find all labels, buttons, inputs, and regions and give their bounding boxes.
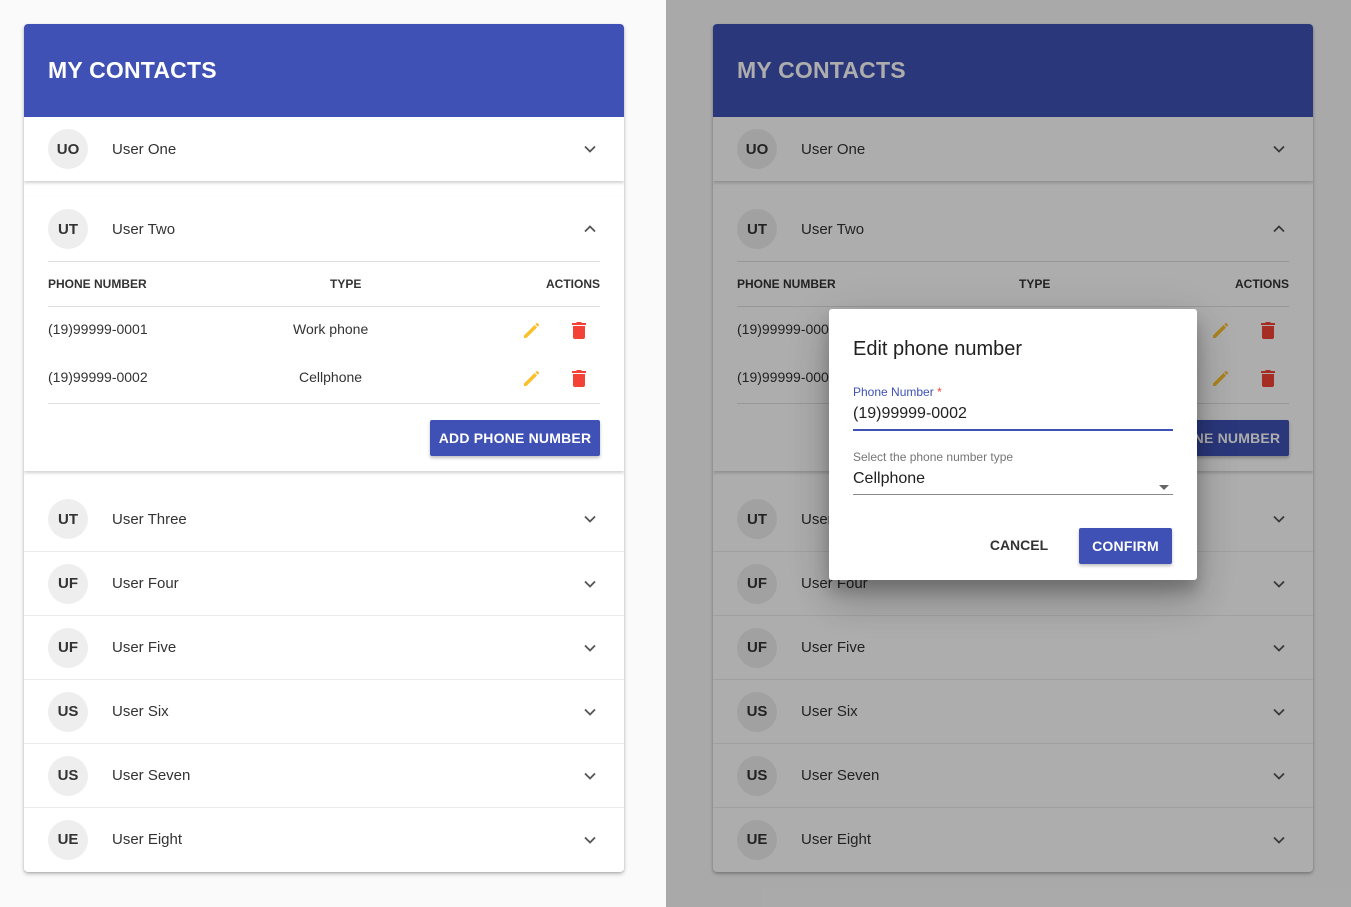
contacts-view-normal: MY CONTACTS UO User One UT User Two PHON… — [0, 0, 666, 907]
chevron-down-icon[interactable] — [582, 141, 598, 157]
confirm-button[interactable]: CONFIRM — [1079, 528, 1172, 564]
phone-table-header: PHONE NUMBER TYPE ACTIONS — [48, 261, 600, 307]
contact-name: User Eight — [112, 831, 183, 848]
column-phone-number: PHONE NUMBER — [48, 277, 147, 291]
table-row: (19)99999-0002 Cellphone — [48, 354, 600, 402]
avatar: UT — [48, 209, 88, 249]
phone-type-cell: Cellphone — [299, 369, 363, 385]
contact-item-user-five[interactable]: UF User Five — [24, 615, 624, 679]
chevron-down-icon[interactable] — [582, 704, 598, 720]
avatar: UF — [48, 627, 88, 668]
phone-type-label: Select the phone number type — [853, 450, 1014, 464]
dialog-title: Edit phone number — [853, 338, 1023, 360]
phone-number-underline — [853, 429, 1173, 431]
phone-number-input[interactable]: (19)99999-0002 — [853, 405, 967, 423]
chevron-up-icon[interactable] — [582, 221, 598, 237]
chevron-down-icon[interactable] — [582, 640, 598, 656]
required-asterisk: * — [937, 385, 942, 399]
avatar: US — [48, 755, 88, 796]
phone-number-label: Phone Number * — [853, 385, 942, 399]
table-divider — [48, 403, 600, 404]
edit-phone-dialog: Edit phone number Phone Number * (19)999… — [829, 309, 1197, 580]
avatar: UO — [48, 129, 88, 169]
cancel-button[interactable]: CANCEL — [981, 527, 1057, 563]
page-title: MY CONTACTS — [48, 57, 217, 83]
phone-type-cell: Work phone — [293, 321, 369, 337]
contact-item-user-one[interactable]: UO User One — [24, 117, 624, 181]
avatar: UE — [48, 819, 88, 860]
trash-icon[interactable] — [567, 318, 591, 342]
column-type: TYPE — [330, 277, 362, 291]
caret-down-icon[interactable] — [1159, 477, 1169, 495]
pencil-icon[interactable] — [520, 318, 544, 342]
add-phone-number-button[interactable]: ADD PHONE NUMBER — [430, 420, 600, 456]
contact-item-user-six[interactable]: US User Six — [24, 679, 624, 743]
contact-item-user-eight[interactable]: UE User Eight — [24, 807, 624, 871]
contact-name: User Four — [112, 575, 179, 592]
contact-name: User Two — [112, 220, 176, 238]
phone-number-cell: (19)99999-0002 — [48, 369, 148, 385]
contact-item-user-two[interactable]: UT User Two — [24, 197, 624, 261]
contact-name: User Seven — [112, 767, 191, 784]
contact-name: User Three — [112, 510, 187, 528]
avatar: US — [48, 691, 88, 732]
chevron-down-icon[interactable] — [582, 576, 598, 592]
trash-icon[interactable] — [567, 366, 591, 390]
chevron-down-icon[interactable] — [582, 768, 598, 784]
pencil-icon[interactable] — [520, 366, 544, 390]
contacts-card: MY CONTACTS UO User One UT User Two PHON… — [24, 24, 624, 872]
table-row: (19)99999-0001 Work phone — [48, 306, 600, 354]
contact-item-user-three[interactable]: UT User Three — [24, 487, 624, 551]
phone-type-value: Cellphone — [853, 470, 926, 487]
contact-name: User One — [112, 140, 177, 158]
card-header: MY CONTACTS — [24, 24, 624, 117]
chevron-down-icon[interactable] — [582, 832, 598, 848]
avatar: UF — [48, 563, 88, 604]
phone-number-cell: (19)99999-0001 — [48, 321, 148, 337]
contact-panel-user-two: UT User Two PHONE NUMBER TYPE ACTIONS (1… — [24, 197, 624, 471]
contact-name: User Six — [112, 703, 169, 720]
avatar: UT — [48, 499, 88, 539]
phone-type-underline — [853, 494, 1173, 495]
contact-item-user-seven[interactable]: US User Seven — [24, 743, 624, 807]
chevron-down-icon[interactable] — [582, 511, 598, 527]
contact-name: User Five — [112, 639, 177, 656]
contact-item-user-four[interactable]: UF User Four — [24, 551, 624, 615]
column-actions: ACTIONS — [546, 277, 600, 291]
